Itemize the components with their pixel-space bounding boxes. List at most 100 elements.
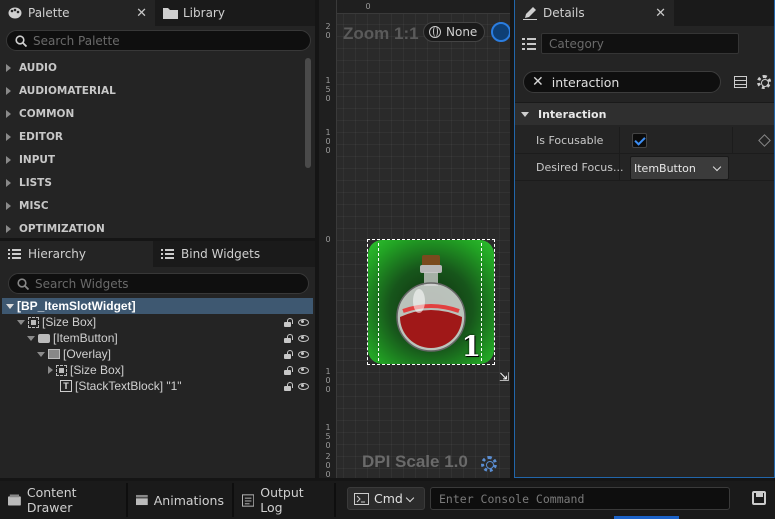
- keyframe-diamond-icon[interactable]: [758, 134, 771, 147]
- expand-arrow-icon: [6, 201, 11, 210]
- ruler-tick-label: 1: [325, 76, 331, 85]
- palette-category[interactable]: MISC: [0, 194, 303, 217]
- sizebox-icon: [28, 316, 39, 328]
- sizebox-icon: [56, 364, 67, 376]
- category-label: INPUT: [19, 153, 56, 166]
- stack-count-text: 1: [461, 330, 481, 363]
- lock-icon[interactable]: [283, 317, 293, 327]
- ruler-tick-label: 0: [325, 385, 331, 394]
- designer-canvas[interactable]: 0 2 0 1 5 0 1 0 0 0 1 0 0 1 5 0 2 0 0 Zo…: [319, 0, 510, 478]
- dpi-settings-gear-icon[interactable]: [481, 456, 497, 472]
- palette-category[interactable]: INPUT: [0, 148, 303, 171]
- expand-arrow-icon: [6, 224, 11, 233]
- tab-library-label: Library: [183, 6, 225, 20]
- ruler-tick-label: 2: [325, 452, 331, 461]
- overlay-icon: [48, 349, 60, 359]
- expand-arrow-icon: [48, 366, 53, 374]
- expand-arrow-icon: [6, 132, 11, 141]
- details-search-input[interactable]: ✕ interaction: [523, 71, 721, 93]
- collapse-arrow-icon: [27, 335, 35, 341]
- palette-category[interactable]: COMMON: [0, 102, 303, 125]
- palette-category-list: AUDIO AUDIOMATERIAL COMMON EDITOR INPUT …: [0, 56, 303, 240]
- zoom-label: Zoom 1:1: [343, 24, 419, 43]
- palette-search-input[interactable]: Search Palette: [6, 30, 311, 51]
- tab-bind-widgets[interactable]: Bind Widgets: [153, 241, 313, 267]
- close-icon[interactable]: ✕: [655, 6, 666, 21]
- animations-button[interactable]: Animations: [128, 483, 234, 517]
- cmd-dropdown[interactable]: Cmd: [347, 487, 425, 510]
- tab-hierarchy[interactable]: Hierarchy: [0, 241, 153, 267]
- palette-category[interactable]: LISTS: [0, 171, 303, 194]
- details-panel: Details ✕ Category ✕ interaction Interac…: [514, 0, 775, 478]
- tree-row[interactable]: [ItemButton]: [2, 330, 313, 346]
- ruler-tick-label: 5: [325, 432, 331, 441]
- console-command-input[interactable]: Enter Console Command: [430, 487, 730, 510]
- ruler-tick-label: 0: [325, 376, 331, 385]
- eye-icon[interactable]: [298, 318, 309, 326]
- text-block-icon: T: [60, 380, 72, 392]
- palette-category[interactable]: AUDIO: [0, 56, 303, 79]
- list-icon: [161, 248, 175, 260]
- lock-icon[interactable]: [283, 333, 293, 343]
- ruler-tick-label: 0: [325, 146, 331, 155]
- ruler-tick-label: 0: [325, 94, 331, 103]
- ruler-tick-label: 0: [325, 235, 331, 244]
- content-drawer-button[interactable]: Content Drawer: [0, 483, 128, 517]
- category-label: LISTS: [19, 176, 52, 189]
- output-log-label: Output Log: [260, 485, 304, 515]
- property-desired-focus: Desired Focus... ItemButton: [515, 154, 774, 181]
- palette-category[interactable]: OPTIMIZATION: [0, 217, 303, 240]
- tree-row-root[interactable]: [BP_ItemSlotWidget]: [2, 298, 313, 314]
- ruler-tick-label: 0: [325, 31, 331, 40]
- output-log-button[interactable]: Output Log: [234, 483, 336, 517]
- tree-item-label: [Size Box]: [42, 315, 97, 329]
- tree-row[interactable]: T [StackTextBlock] "1": [2, 378, 313, 394]
- desired-focus-dropdown[interactable]: ItemButton: [630, 156, 729, 180]
- eye-icon[interactable]: [298, 350, 309, 358]
- category-filter-icon[interactable]: [522, 38, 536, 50]
- category-label: AUDIO: [19, 61, 57, 74]
- tree-row[interactable]: [Overlay]: [2, 346, 313, 362]
- screen-size-button[interactable]: [491, 22, 510, 42]
- ruler-tick-label: 2: [325, 22, 331, 31]
- tab-palette[interactable]: Palette ✕: [0, 0, 155, 26]
- column-divider: [619, 127, 620, 153]
- palette-search-placeholder: Search Palette: [33, 33, 120, 48]
- clear-search-icon[interactable]: ✕: [532, 74, 544, 90]
- palette-scrollbar[interactable]: [305, 58, 311, 168]
- category-label: AUDIOMATERIAL: [19, 84, 116, 97]
- section-interaction[interactable]: Interaction: [515, 102, 774, 125]
- item-slot-widget-preview[interactable]: 1: [367, 239, 495, 365]
- settings-gear-icon[interactable]: [757, 75, 771, 89]
- lock-icon[interactable]: [283, 365, 293, 375]
- tab-hierarchy-label: Hierarchy: [28, 247, 87, 261]
- tab-bind-widgets-label: Bind Widgets: [181, 247, 261, 261]
- tab-details[interactable]: Details ✕: [515, 0, 674, 26]
- tree-item-label: [StackTextBlock] "1": [75, 379, 182, 393]
- resize-handle-icon[interactable]: ⇲: [499, 370, 509, 384]
- eye-icon[interactable]: [298, 366, 309, 374]
- eye-icon[interactable]: [298, 382, 309, 390]
- category-field[interactable]: Category: [541, 33, 739, 54]
- lock-icon[interactable]: [283, 349, 293, 359]
- palette-category[interactable]: EDITOR: [0, 125, 303, 148]
- hierarchy-search-placeholder: Search Widgets: [35, 276, 129, 291]
- hierarchy-tabbar: Hierarchy Bind Widgets: [0, 241, 315, 267]
- details-search-value: interaction: [551, 74, 620, 90]
- hierarchy-search-input[interactable]: Search Widgets: [8, 273, 309, 294]
- close-icon[interactable]: ✕: [136, 6, 147, 21]
- tree-row[interactable]: [Size Box]: [2, 362, 313, 378]
- table-view-icon[interactable]: [734, 76, 747, 88]
- selection-guide: [481, 243, 482, 361]
- palette-category[interactable]: AUDIOMATERIAL: [0, 79, 303, 102]
- hierarchy-panel: Hierarchy Bind Widgets Search Widgets [B…: [0, 241, 315, 478]
- is-focusable-checkbox[interactable]: [632, 133, 647, 148]
- tab-library[interactable]: Library: [155, 0, 310, 26]
- localization-preview-button[interactable]: None: [423, 22, 485, 42]
- palette-icon: [8, 7, 22, 19]
- lock-icon[interactable]: [283, 381, 293, 391]
- tree-row[interactable]: [Size Box]: [2, 314, 313, 330]
- content-drawer-icon: [8, 494, 21, 506]
- save-icon[interactable]: [752, 491, 766, 505]
- eye-icon[interactable]: [298, 334, 309, 342]
